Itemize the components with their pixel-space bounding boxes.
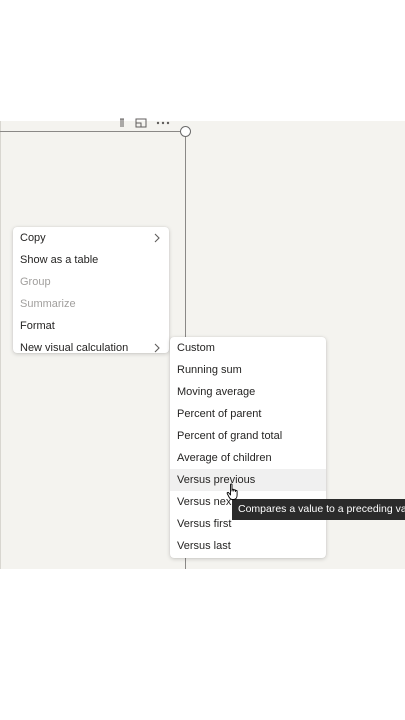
submenu-item-label: Custom: [177, 342, 215, 354]
filter-icon[interactable]: [118, 118, 126, 128]
submenu-item-percent-of-parent[interactable]: Percent of parent: [170, 403, 326, 425]
submenu-item-label: Versus last: [177, 540, 231, 552]
menu-item-label: Summarize: [20, 298, 76, 310]
submenu-item-average-of-children[interactable]: Average of children: [170, 447, 326, 469]
submenu-item-running-sum[interactable]: Running sum: [170, 359, 326, 381]
context-menu: Copy Show as a table Group Summarize For…: [13, 227, 169, 354]
hand-pointer-cursor-icon: [226, 483, 238, 500]
focus-mode-icon[interactable]: [135, 118, 147, 128]
submenu-item-label: Versus first: [177, 518, 232, 530]
menu-item-label: Group: [20, 276, 51, 288]
menu-item-label: Copy: [20, 232, 46, 244]
tooltip-text: Compares a value to a preceding value: [238, 503, 405, 515]
menu-item-copy[interactable]: Copy: [13, 227, 169, 249]
tooltip: Compares a value to a preceding value: [232, 499, 405, 520]
menu-item-new-visual-calculation[interactable]: New visual calculation: [13, 337, 169, 359]
visual-selection-border-top: [0, 131, 185, 132]
visual-header: [118, 117, 170, 129]
menu-item-label: Show as a table: [20, 254, 99, 266]
chevron-right-icon: [154, 337, 160, 359]
menu-item-group: Group: [13, 271, 169, 293]
visual-calculation-submenu: Custom Running sum Moving average Percen…: [170, 337, 326, 558]
submenu-item-moving-average[interactable]: Moving average: [170, 381, 326, 403]
menu-item-label: New visual calculation: [20, 342, 129, 354]
menu-item-show-as-table[interactable]: Show as a table: [13, 249, 169, 271]
submenu-item-label: Running sum: [177, 364, 242, 376]
submenu-item-versus-last[interactable]: Versus last: [170, 535, 326, 557]
submenu-item-versus-previous[interactable]: Versus previous: [170, 469, 326, 491]
resize-handle[interactable]: [180, 126, 191, 137]
canvas-edge: [0, 121, 1, 569]
menu-item-summarize: Summarize: [13, 293, 169, 315]
submenu-item-custom[interactable]: Custom: [170, 337, 326, 359]
more-options-icon[interactable]: [156, 120, 170, 126]
submenu-item-label: Moving average: [177, 386, 256, 398]
submenu-item-label: Average of children: [177, 452, 272, 464]
submenu-item-percent-of-grand-total[interactable]: Percent of grand total: [170, 425, 326, 447]
menu-item-format[interactable]: Format: [13, 315, 169, 337]
menu-item-label: Format: [20, 320, 55, 332]
submenu-item-label: Percent of parent: [177, 408, 262, 420]
submenu-item-label: Percent of grand total: [177, 430, 283, 442]
submenu-item-label: Versus previous: [177, 474, 256, 486]
chevron-right-icon: [154, 227, 160, 249]
